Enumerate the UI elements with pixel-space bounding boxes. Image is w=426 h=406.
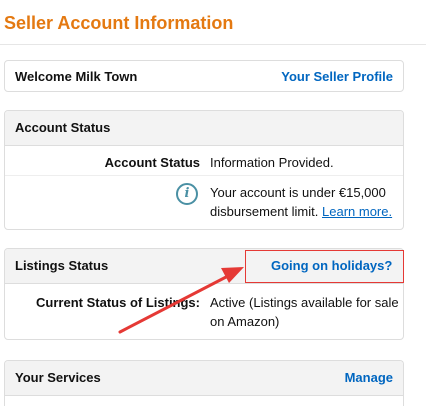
red-arrow-icon [118,267,244,334]
